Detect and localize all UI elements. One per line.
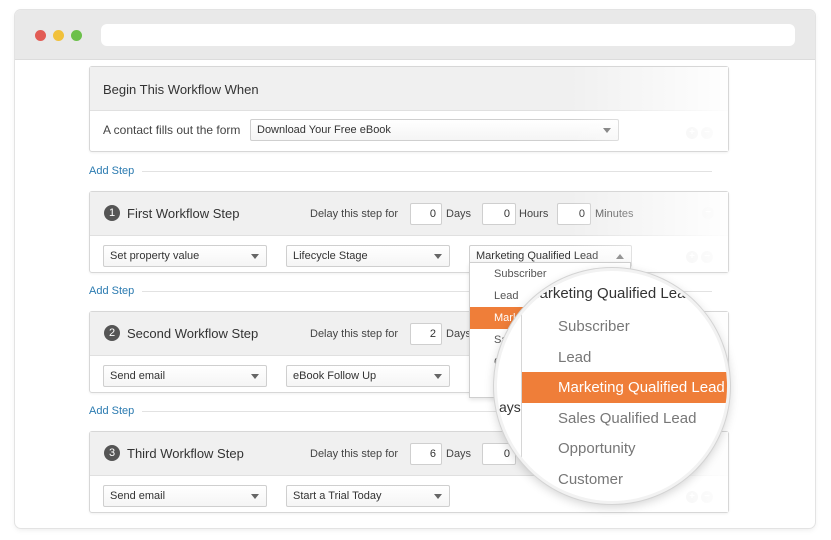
workflow-step-card-1: 1 First Workflow Step Delay this step fo… bbox=[89, 191, 729, 273]
days-unit: Days bbox=[446, 448, 472, 460]
days-unit: Days bbox=[446, 328, 472, 340]
value-select-value: Marketing Qualified Lead bbox=[476, 250, 599, 262]
magnified-dropdown-list: Subscriber Lead Marketing Qualified Lead… bbox=[521, 311, 727, 501]
magnified-option[interactable]: Lead bbox=[522, 342, 727, 373]
email-select-value: Start a Trial Today bbox=[293, 490, 382, 502]
magnified-option-selected[interactable]: Marketing Qualified Lead bbox=[522, 372, 727, 403]
chevron-down-icon bbox=[434, 494, 442, 499]
step-title: Third Workflow Step bbox=[127, 446, 244, 461]
delay-label: Delay this step for bbox=[310, 448, 399, 460]
close-window-dot[interactable] bbox=[35, 30, 46, 41]
trigger-title: Begin This Workflow When bbox=[103, 82, 259, 97]
chevron-down-icon bbox=[251, 494, 259, 499]
property-select-value: Lifecycle Stage bbox=[293, 250, 368, 262]
days-unit: Days bbox=[446, 208, 472, 220]
add-step-link-1[interactable]: Add Step bbox=[89, 165, 134, 177]
magnifier-lens: Marketing Qualified Lead ays Subscriber … bbox=[494, 268, 730, 504]
delay-hours-input[interactable]: 0 bbox=[482, 203, 516, 225]
browser-toolbar bbox=[15, 10, 815, 60]
add-step-link-2[interactable]: Add Step bbox=[89, 285, 134, 297]
delay-minutes-input[interactable]: 0 bbox=[557, 203, 591, 225]
add-circle-icon[interactable]: + bbox=[686, 251, 698, 263]
magnified-option[interactable]: Sales Qualified Lead bbox=[522, 403, 727, 434]
chevron-down-icon bbox=[251, 374, 259, 379]
trigger-card: Begin This Workflow When A contact fills… bbox=[89, 66, 729, 152]
action-select[interactable]: Set property value bbox=[103, 245, 267, 267]
remove-circle-icon[interactable]: − bbox=[702, 207, 714, 219]
remove-circle-icon[interactable]: − bbox=[701, 251, 713, 263]
trigger-card-header: Begin This Workflow When bbox=[90, 67, 728, 111]
delay-days-input[interactable]: 0 bbox=[410, 203, 442, 225]
action-select-value: Set property value bbox=[110, 250, 200, 262]
form-select[interactable]: Download Your Free eBook bbox=[250, 119, 619, 141]
chevron-down-icon bbox=[434, 254, 442, 259]
minimize-window-dot[interactable] bbox=[53, 30, 64, 41]
delay-days-input[interactable]: 6 bbox=[410, 443, 442, 465]
email-select[interactable]: Start a Trial Today bbox=[286, 485, 450, 507]
divider bbox=[142, 171, 712, 172]
property-select[interactable]: Lifecycle Stage bbox=[286, 245, 450, 267]
trigger-card-body: A contact fills out the form Download Yo… bbox=[90, 111, 728, 151]
chevron-down-icon bbox=[603, 128, 611, 133]
email-select-value: eBook Follow Up bbox=[293, 370, 377, 382]
add-circle-icon[interactable]: + bbox=[686, 127, 698, 139]
step-number-badge: 1 bbox=[104, 205, 120, 221]
address-bar[interactable] bbox=[101, 24, 795, 46]
magnified-partial-label: ays bbox=[499, 399, 521, 415]
action-select[interactable]: Send email bbox=[103, 365, 267, 387]
hours-unit: Hours bbox=[519, 208, 549, 220]
chevron-down-icon bbox=[251, 254, 259, 259]
trigger-label: A contact fills out the form bbox=[103, 123, 241, 137]
action-select[interactable]: Send email bbox=[103, 485, 267, 507]
form-select-value: Download Your Free eBook bbox=[257, 124, 391, 136]
delay-label: Delay this step for bbox=[310, 208, 399, 220]
magnified-select-value: Marketing Qualified Lead bbox=[527, 285, 694, 302]
maximize-window-dot[interactable] bbox=[71, 30, 82, 41]
step-title: Second Workflow Step bbox=[127, 326, 259, 341]
chevron-up-icon bbox=[616, 254, 624, 259]
magnified-option[interactable]: Opportunity bbox=[522, 433, 727, 464]
email-select[interactable]: eBook Follow Up bbox=[286, 365, 450, 387]
minutes-unit: Minutes bbox=[595, 208, 634, 220]
step-title: First Workflow Step bbox=[127, 206, 240, 221]
action-select-value: Send email bbox=[110, 370, 166, 382]
add-step-link-3[interactable]: Add Step bbox=[89, 405, 134, 417]
magnified-option[interactable]: Subscriber bbox=[522, 311, 727, 342]
chevron-down-icon bbox=[434, 374, 442, 379]
remove-circle-icon[interactable]: − bbox=[701, 127, 713, 139]
step-number-badge: 3 bbox=[104, 445, 120, 461]
delay-days-input[interactable]: 2 bbox=[410, 323, 442, 345]
step-number-badge: 2 bbox=[104, 325, 120, 341]
delay-label: Delay this step for bbox=[310, 328, 399, 340]
step-header: 1 First Workflow Step Delay this step fo… bbox=[90, 192, 728, 236]
action-select-value: Send email bbox=[110, 490, 166, 502]
step-body: Set property value Lifecycle Stage Marke… bbox=[90, 236, 728, 274]
magnified-option[interactable]: Customer bbox=[522, 464, 727, 495]
